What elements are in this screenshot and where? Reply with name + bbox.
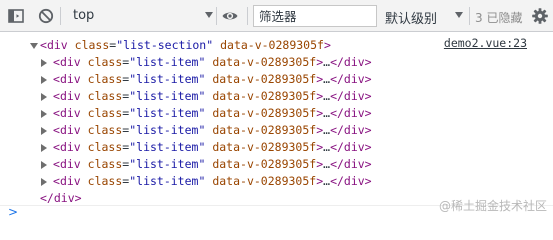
watermark: @稀土掘金技术社区 bbox=[438, 199, 547, 213]
expand-arrow-icon[interactable] bbox=[41, 76, 47, 84]
console-output: <div class="list-section" data-v-0289305… bbox=[0, 32, 553, 218]
child-node-line[interactable]: <div class="list-item" data-v-0289305f>…… bbox=[0, 122, 553, 139]
expand-arrow-icon[interactable] bbox=[41, 178, 47, 186]
child-node-line[interactable]: <div class="list-item" data-v-0289305f>…… bbox=[0, 88, 553, 105]
filter-input[interactable] bbox=[253, 5, 377, 27]
hidden-messages-count[interactable]: 3 已隐藏 bbox=[475, 9, 522, 26]
log-levels-dropdown[interactable]: 默认级别 bbox=[383, 6, 465, 27]
expand-arrow-icon[interactable] bbox=[41, 144, 47, 152]
log-levels-value: 默认级别 bbox=[385, 12, 438, 27]
child-node-code: <div class="list-item" data-v-0289305f>…… bbox=[53, 106, 372, 120]
child-node-line[interactable]: <div class="list-item" data-v-0289305f>…… bbox=[0, 105, 553, 122]
child-node-code: <div class="list-item" data-v-0289305f>…… bbox=[53, 89, 372, 103]
expand-arrow-icon[interactable] bbox=[41, 161, 47, 169]
context-selector-value: top bbox=[73, 8, 95, 23]
expand-arrow-icon[interactable] bbox=[30, 43, 38, 49]
expand-arrow-icon[interactable] bbox=[41, 59, 47, 67]
eye-icon[interactable] bbox=[220, 6, 240, 26]
child-node-line[interactable]: <div class="list-item" data-v-0289305f>…… bbox=[0, 54, 553, 71]
child-node-line[interactable]: <div class="list-item" data-v-0289305f>…… bbox=[0, 173, 553, 190]
expand-arrow-icon[interactable] bbox=[41, 110, 47, 118]
toolbar-separator bbox=[216, 7, 217, 25]
chevron-down-icon bbox=[455, 12, 463, 18]
toolbar-separator bbox=[469, 7, 470, 25]
chevron-down-icon bbox=[205, 12, 213, 18]
child-node-code: <div class="list-item" data-v-0289305f>…… bbox=[53, 123, 372, 137]
child-node-code: <div class="list-item" data-v-0289305f>…… bbox=[53, 55, 372, 69]
context-selector[interactable]: top bbox=[65, 6, 215, 26]
toolbar-separator bbox=[60, 7, 61, 25]
clear-console-icon[interactable] bbox=[36, 6, 56, 26]
settings-icon[interactable] bbox=[530, 6, 550, 26]
child-node-code: <div class="list-item" data-v-0289305f>…… bbox=[53, 140, 372, 154]
child-node-code: <div class="list-item" data-v-0289305f>…… bbox=[53, 157, 372, 171]
console-toolbar: top 默认级别 3 已隐藏 bbox=[0, 0, 553, 32]
parent-node-code: <div class="list-section" data-v-0289305… bbox=[40, 38, 331, 52]
child-node-line[interactable]: <div class="list-item" data-v-0289305f>…… bbox=[0, 139, 553, 156]
prompt-caret-icon: > bbox=[8, 205, 19, 219]
sidebar-icon[interactable] bbox=[6, 6, 26, 26]
child-node-code: <div class="list-item" data-v-0289305f>…… bbox=[53, 174, 372, 188]
parent-node-line[interactable]: <div class="list-section" data-v-0289305… bbox=[0, 37, 553, 54]
expand-arrow-icon[interactable] bbox=[41, 127, 47, 135]
toolbar-separator bbox=[247, 7, 248, 25]
expand-arrow-icon[interactable] bbox=[41, 93, 47, 101]
child-node-line[interactable]: <div class="list-item" data-v-0289305f>…… bbox=[0, 156, 553, 173]
child-node-line[interactable]: <div class="list-item" data-v-0289305f>…… bbox=[0, 71, 553, 88]
child-node-code: <div class="list-item" data-v-0289305f>…… bbox=[53, 72, 372, 86]
